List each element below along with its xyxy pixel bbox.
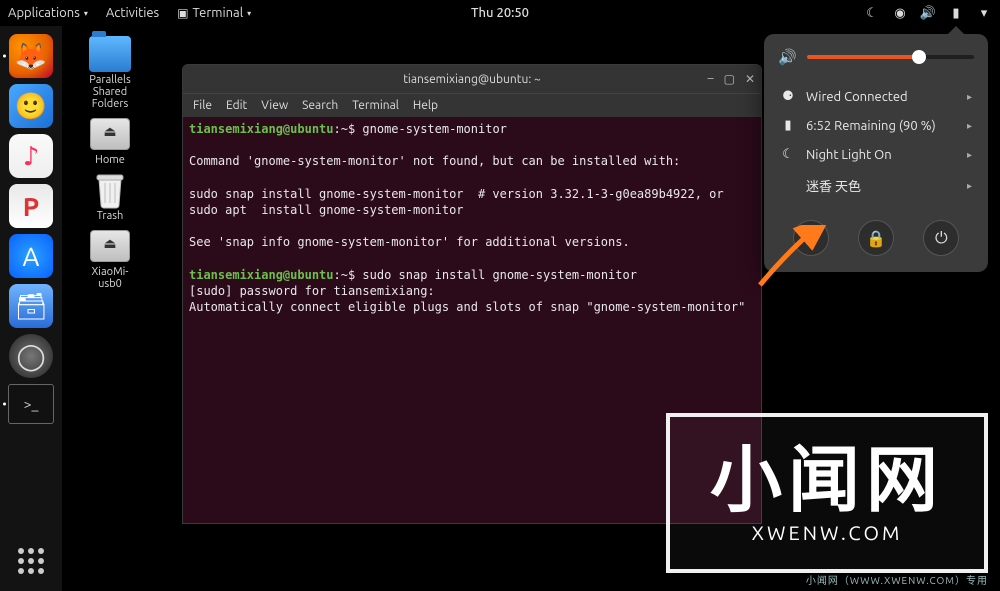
prompt-user: tiansemixiang@ubuntu xyxy=(189,268,334,282)
network-row[interactable]: ⚈ Wired Connected ▸ xyxy=(778,82,974,111)
chevron-right-icon: ▸ xyxy=(967,120,972,132)
desktop-icon-parallels-shared-folders[interactable]: Parallels Shared Folders xyxy=(70,36,150,110)
menu-help[interactable]: Help xyxy=(413,99,438,112)
terminal-icon: ▣ xyxy=(177,6,188,20)
activities-button[interactable]: Activities xyxy=(106,6,159,20)
top-bar: Applications ▾ Activities ▣ Terminal ▾ T… xyxy=(0,0,1000,26)
activities-label: Activities xyxy=(106,6,159,20)
terminal-menubar: File Edit View Search Terminal Help xyxy=(183,93,761,117)
applications-menu[interactable]: Applications ▾ xyxy=(8,6,88,20)
desktop-icon-label: Trash xyxy=(97,210,124,222)
settings-icon xyxy=(802,229,820,247)
terminal-line: [sudo] password for tiansemixiang: xyxy=(189,284,435,298)
clock[interactable]: Thu 20:50 xyxy=(471,6,529,20)
battery-icon: ▮ xyxy=(780,118,796,133)
volume-icon[interactable]: 🔊 xyxy=(920,5,936,21)
battery-icon[interactable]: ▮ xyxy=(948,5,964,21)
terminal-cmd: gnome-system-monitor xyxy=(355,122,507,136)
terminal-appmenu-label: Terminal xyxy=(193,6,244,20)
terminal-window: tiansemixiang@ubuntu: ~ – ▢ ✕ File Edit … xyxy=(182,64,762,524)
menu-terminal[interactable]: Terminal xyxy=(352,99,399,112)
prompt-path: :~$ xyxy=(334,268,356,282)
dock-app-music[interactable]: ♪ xyxy=(9,134,53,178)
dock-app-usb-drive[interactable]: 🗃 xyxy=(9,284,53,328)
menu-edit[interactable]: Edit xyxy=(226,99,247,112)
dock-app-parallels[interactable]: P xyxy=(9,184,53,228)
terminal-line: Automatically connect eligible plugs and… xyxy=(189,300,761,314)
dock-app-firefox[interactable]: 🦊 xyxy=(9,34,53,78)
volume-slider[interactable] xyxy=(807,55,974,59)
user-row[interactable]: 迷香 天色 ▸ xyxy=(778,169,974,202)
terminal-line: sudo snap install gnome-system-monitor #… xyxy=(189,187,724,201)
terminal-line: Command 'gnome-system-monitor' not found… xyxy=(189,154,680,168)
chevron-right-icon: ▸ xyxy=(967,91,972,103)
terminal-appmenu[interactable]: ▣ Terminal ▾ xyxy=(177,6,251,20)
speaker-icon: 🔊 xyxy=(778,48,797,66)
network-label: Wired Connected xyxy=(806,90,908,104)
wired-network-icon: ⚈ xyxy=(780,89,796,104)
desktop-icon-trash[interactable]: Trash xyxy=(70,172,150,222)
terminal-line: sudo apt install gnome-system-monitor xyxy=(189,203,464,217)
night-light-icon[interactable]: ☾ xyxy=(864,5,880,21)
lock-icon: 🔒 xyxy=(866,229,886,248)
trash-icon xyxy=(89,172,131,208)
window-minimize-button[interactable]: – xyxy=(708,72,714,86)
drive-icon xyxy=(90,230,130,262)
dock: 🦊 🙂 ♪ P A 🗃 ◯ >_ xyxy=(0,26,62,591)
desktop-icons: Parallels Shared Folders Home Trash Xiao… xyxy=(70,36,150,290)
dropdown-icon: ▾ xyxy=(247,9,251,18)
night-light-icon: ☾ xyxy=(780,147,796,162)
applications-label: Applications xyxy=(8,6,80,20)
watermark-sub: XWENW.COM xyxy=(752,521,903,544)
window-maximize-button[interactable]: ▢ xyxy=(724,72,735,86)
power-icon: ⏻ xyxy=(935,229,948,248)
user-label: 迷香 天色 xyxy=(806,176,861,195)
terminal-cmd: sudo snap install gnome-system-monitor xyxy=(355,268,637,282)
terminal-title: tiansemixiang@ubuntu: ~ xyxy=(403,73,541,86)
terminal-output[interactable]: tiansemixiang@ubuntu:~$ gnome-system-mon… xyxy=(183,117,761,523)
show-applications-button[interactable] xyxy=(9,539,53,583)
drive-icon xyxy=(90,118,130,150)
status-area[interactable]: ☾ ◉ 🔊 ▮ ▾ xyxy=(864,5,992,21)
terminal-line: See 'snap info gnome-system-monitor' for… xyxy=(189,235,630,249)
dock-app-terminal[interactable]: >_ xyxy=(8,384,54,424)
nightlight-row[interactable]: ☾ Night Light On ▸ xyxy=(778,140,974,169)
folder-icon xyxy=(89,36,131,72)
dropdown-icon: ▾ xyxy=(84,9,88,18)
accessibility-icon[interactable]: ◉ xyxy=(892,5,908,21)
prompt-path: :~$ xyxy=(334,122,356,136)
chevron-right-icon: ▸ xyxy=(967,180,972,192)
power-button[interactable]: ⏻ xyxy=(923,220,959,256)
desktop-icon-label: XiaoMi- usb0 xyxy=(92,266,129,290)
dock-app-finder[interactable]: 🙂 xyxy=(9,84,53,128)
volume-row: 🔊 xyxy=(778,48,974,66)
lock-button[interactable]: 🔒 xyxy=(858,220,894,256)
dock-app-unknown-circle[interactable]: ◯ xyxy=(9,334,53,378)
nightlight-label: Night Light On xyxy=(806,148,892,162)
chevron-right-icon: ▸ xyxy=(967,149,972,161)
terminal-titlebar[interactable]: tiansemixiang@ubuntu: ~ – ▢ ✕ xyxy=(183,65,761,93)
desktop-icon-label: Home xyxy=(95,154,125,166)
battery-row[interactable]: ▮ 6:52 Remaining (90 %) ▸ xyxy=(778,111,974,140)
desktop-icon-label: Parallels Shared Folders xyxy=(89,74,130,110)
menu-search[interactable]: Search xyxy=(302,99,338,112)
settings-button[interactable] xyxy=(793,220,829,256)
menu-view[interactable]: View xyxy=(261,99,288,112)
prompt-user: tiansemixiang@ubuntu xyxy=(189,122,334,136)
watermark-footer: 小闻网（WWW.XWENW.COM）专用 xyxy=(806,572,988,587)
menu-file[interactable]: File xyxy=(193,99,212,112)
dropdown-icon[interactable]: ▾ xyxy=(976,5,992,21)
battery-label: 6:52 Remaining (90 %) xyxy=(806,119,936,133)
desktop-icon-home[interactable]: Home xyxy=(70,116,150,166)
window-close-button[interactable]: ✕ xyxy=(745,72,755,86)
desktop-icon-xiaomi-usb0[interactable]: XiaoMi- usb0 xyxy=(70,228,150,290)
system-status-popup: 🔊 ⚈ Wired Connected ▸ ▮ 6:52 Remaining (… xyxy=(764,34,988,272)
dock-app-appstore[interactable]: A xyxy=(9,234,53,278)
